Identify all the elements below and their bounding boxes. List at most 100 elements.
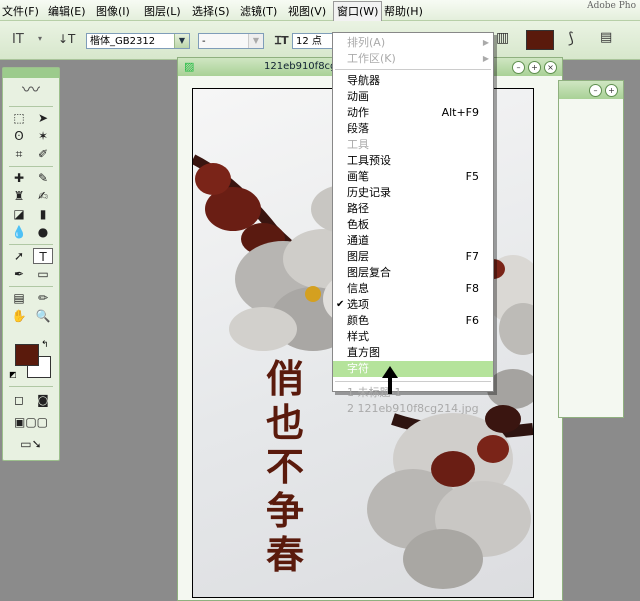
menu-item-swatches[interactable]: 色板 (333, 217, 493, 233)
standard-mode-icon[interactable]: ◻ (9, 392, 29, 408)
menu-view[interactable]: 视图(V) (288, 3, 326, 19)
font-style-value: - (202, 36, 206, 47)
dodge-tool-icon[interactable]: ● (33, 224, 53, 240)
feather-logo-icon: 〰 (22, 80, 40, 101)
menu-item-tool-presets[interactable]: 工具预设 (333, 153, 493, 169)
maximize-icon[interactable]: + (528, 61, 541, 74)
menu-item-paths[interactable]: 路径 (333, 201, 493, 217)
menu-file[interactable]: 文件(F) (2, 3, 39, 19)
swap-colors-icon[interactable]: ↰ (41, 340, 49, 350)
side-panel-titlebar[interactable]: – + (559, 81, 623, 99)
menu-item-animation[interactable]: 动画 (333, 89, 493, 105)
blur-tool-icon[interactable]: 💧 (9, 224, 29, 240)
default-colors-icon[interactable]: ◩ (9, 370, 17, 379)
lower-blossoms (367, 405, 533, 589)
hand-tool-icon[interactable]: ✋ (9, 308, 29, 324)
foreground-color-swatch[interactable] (15, 344, 39, 366)
text-char: 也 (265, 400, 304, 445)
move-tool-icon[interactable]: ➤ (33, 110, 53, 126)
chevron-down-icon[interactable]: ▼ (248, 34, 263, 48)
palette-header[interactable] (3, 68, 59, 78)
brush-tool-icon[interactable]: ✎ (33, 170, 53, 186)
menu-select[interactable]: 选择(S) (192, 3, 230, 19)
menu-item-layer-comps[interactable]: 图层复合 (333, 265, 493, 281)
menu-item-paragraph[interactable]: 段落 (333, 121, 493, 137)
font-style-select[interactable]: - ▼ (198, 33, 264, 49)
menu-filter[interactable]: 滤镜(T) (240, 3, 277, 19)
jump-to-imageready-icon[interactable]: ▭➘ (7, 436, 55, 452)
shape-tool-icon[interactable]: ▭ (33, 266, 53, 282)
screen-mode-icons[interactable]: ▣▢▢ (7, 414, 55, 430)
pen-tool-icon[interactable]: ✒ (9, 266, 29, 282)
palettes-toggle-icon[interactable]: ▤ (600, 30, 612, 45)
zoom-tool-icon[interactable]: 🔍 (33, 308, 53, 324)
gradient-tool-icon[interactable]: ▮ (33, 206, 53, 222)
font-size-input[interactable]: 12 点 (292, 33, 336, 49)
font-size-value: 12 点 (296, 36, 322, 47)
close-icon[interactable]: × (544, 61, 557, 74)
lasso-tool-icon[interactable]: ʘ (9, 128, 29, 144)
eyedropper-icon[interactable]: ✏ (33, 290, 53, 306)
type-tool-preset-icon[interactable]: IT (12, 32, 24, 47)
slice-tool-icon[interactable]: ✐ (33, 146, 53, 162)
healing-brush-icon[interactable]: ✚ (9, 170, 29, 186)
menu-layer[interactable]: 图层(L) (144, 3, 181, 19)
menu-item-character[interactable]: 字符 (333, 361, 493, 377)
magic-wand-icon[interactable]: ✶ (33, 128, 53, 144)
submenu-arrow-icon: ▶ (482, 54, 489, 63)
vertical-text-layer[interactable]: 俏 也 不 争 春 (255, 357, 315, 577)
menu-item-workspace[interactable]: 工作区(K) ▶ (333, 51, 493, 67)
tool-palette: 〰 ⬚ ➤ ʘ ✶ ⌗ ✐ ✚ ✎ ♜ ✍ ◪ ▮ 💧 ● ➚ T ✒ ▭ ▤ … (2, 67, 60, 461)
menu-item-tools[interactable]: 工具 (333, 137, 493, 153)
mouse-cursor-icon (382, 366, 398, 394)
text-orientation-icon[interactable]: ↓T (58, 32, 75, 46)
submenu-arrow-icon: ▶ (482, 38, 489, 47)
menu-item-channels[interactable]: 通道 (333, 233, 493, 249)
text-color-swatch[interactable] (526, 30, 554, 50)
minimize-icon[interactable]: – (589, 84, 602, 97)
menu-item-options[interactable]: ✔ 选项 (333, 297, 493, 313)
document-title: 121eb910f8cg2 (264, 61, 343, 72)
app-title: Adobe Pho (587, 1, 636, 11)
menu-bar: 文件(F) 编辑(E) 图像(I) 图层(L) 选择(S) 滤镜(T) 视图(V… (0, 0, 640, 21)
window-menu-dropdown: 排列(A) ▶ 工作区(K) ▶ 导航器 动画 动作 Alt+F9 段落 工具 工具预… (332, 32, 494, 415)
align-right-icon[interactable]: ▥ (496, 30, 509, 46)
menu-item-actions[interactable]: 动作 Alt+F9 (333, 105, 493, 121)
marquee-tool-icon[interactable]: ⬚ (9, 110, 29, 126)
menu-item-color[interactable]: 颜色 F6 (333, 313, 493, 329)
options-bar: IT ▾ ↓T 楷体_GB2312 ▼ - ▼ ꞮT 12 点 ▥ ⟆ ▤ (0, 21, 640, 60)
menu-item-layers[interactable]: 图层 F7 (333, 249, 493, 265)
menu-item-histogram[interactable]: 直方图 (333, 345, 493, 361)
menu-item-brushes[interactable]: 画笔 F5 (333, 169, 493, 185)
document-icon: ▨ (184, 60, 195, 73)
notes-tool-icon[interactable]: ▤ (9, 290, 29, 306)
menu-item-styles[interactable]: 样式 (333, 329, 493, 345)
text-char: 不 (265, 444, 304, 489)
quick-mask-icon[interactable]: ◙ (33, 392, 53, 408)
chevron-down-icon[interactable]: ▼ (174, 34, 189, 48)
font-family-select[interactable]: 楷体_GB2312 ▼ (86, 33, 190, 49)
menu-window[interactable]: 窗口(W) (333, 1, 383, 21)
preset-chevron-icon[interactable]: ▾ (38, 34, 42, 43)
font-family-value: 楷体_GB2312 (90, 36, 156, 47)
menu-item-info[interactable]: 信息 F8 (333, 281, 493, 297)
menu-edit[interactable]: 编辑(E) (48, 3, 86, 19)
menu-image[interactable]: 图像(I) (96, 3, 130, 19)
minimize-icon[interactable]: – (512, 61, 525, 74)
text-char: 俏 (265, 356, 304, 401)
menu-item-history[interactable]: 历史记录 (333, 185, 493, 201)
menu-help[interactable]: 帮助(H) (384, 3, 423, 19)
menu-item-navigator[interactable]: 导航器 (333, 73, 493, 89)
history-brush-icon[interactable]: ✍ (33, 188, 53, 204)
clone-stamp-icon[interactable]: ♜ (9, 188, 29, 204)
eraser-tool-icon[interactable]: ◪ (9, 206, 29, 222)
side-panel-window: – + (558, 80, 624, 418)
menu-item-arrange[interactable]: 排列(A) ▶ (333, 35, 493, 51)
menu-item-recent-untitled[interactable]: 1 未标题-1 (333, 385, 493, 401)
type-tool-icon[interactable]: T (33, 248, 53, 264)
maximize-icon[interactable]: + (605, 84, 618, 97)
path-select-icon[interactable]: ➚ (9, 248, 29, 264)
crop-tool-icon[interactable]: ⌗ (9, 146, 29, 162)
warp-text-icon[interactable]: ⟆ (568, 29, 574, 47)
menu-item-recent-jpg[interactable]: 2 121eb910f8cg214.jpg (333, 401, 493, 417)
